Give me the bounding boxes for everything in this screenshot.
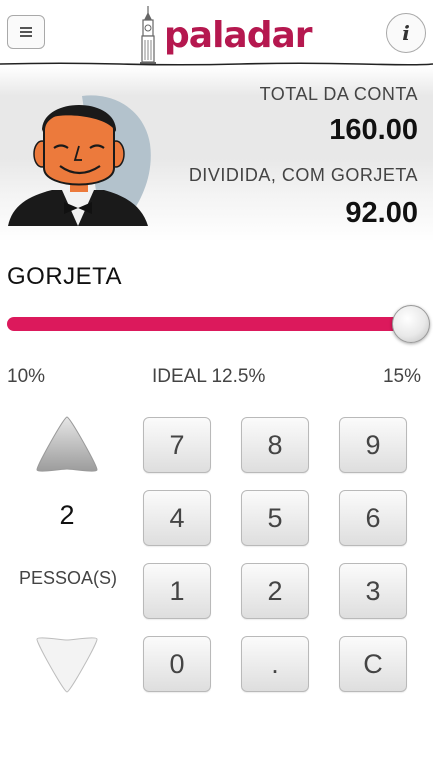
key-7[interactable]: 7 — [143, 417, 211, 473]
tip-slider-thumb[interactable] — [392, 305, 430, 343]
key-decimal[interactable]: . — [241, 636, 309, 692]
key-6[interactable]: 6 — [339, 490, 407, 546]
tip-max-label: 15% — [382, 366, 421, 387]
key-4[interactable]: 4 — [143, 490, 211, 546]
hamburger-icon — [20, 27, 32, 37]
total-label: TOTAL DA CONTA — [259, 84, 418, 104]
key-5[interactable]: 5 — [241, 490, 309, 546]
paladar-logo: paladar — [132, 6, 313, 66]
tip-slider-track[interactable] — [7, 317, 411, 331]
total-value: 160.00 — [329, 114, 418, 146]
key-8[interactable]: 8 — [241, 417, 309, 473]
key-clear[interactable]: C — [339, 636, 407, 692]
key-2[interactable]: 2 — [241, 563, 309, 619]
tip-min-label: 10% — [7, 366, 46, 387]
info-button[interactable]: i — [386, 13, 426, 53]
tower-icon — [140, 6, 156, 65]
waiter-avatar — [8, 95, 151, 226]
arrow-up-icon — [36, 416, 98, 472]
split-label: DIVIDIDA, COM GORJETA — [188, 165, 418, 185]
key-9[interactable]: 9 — [339, 417, 407, 473]
tip-title: GORJETA — [7, 263, 123, 290]
app-header: paladar i — [0, 0, 433, 66]
key-0[interactable]: 0 — [143, 636, 211, 692]
people-label: PESSOA(S) — [18, 568, 118, 588]
people-down-button[interactable] — [34, 634, 100, 694]
logo-text: paladar — [164, 15, 313, 56]
info-icon: i — [402, 21, 410, 45]
arrow-down-icon — [36, 637, 98, 693]
key-1[interactable]: 1 — [143, 563, 211, 619]
split-value: 92.00 — [345, 197, 418, 229]
menu-button[interactable] — [7, 15, 45, 49]
key-3[interactable]: 3 — [339, 563, 407, 619]
people-count: 2 — [59, 500, 75, 530]
people-up-button[interactable] — [34, 415, 100, 475]
tip-ideal-label: IDEAL 12.5% — [152, 366, 266, 387]
